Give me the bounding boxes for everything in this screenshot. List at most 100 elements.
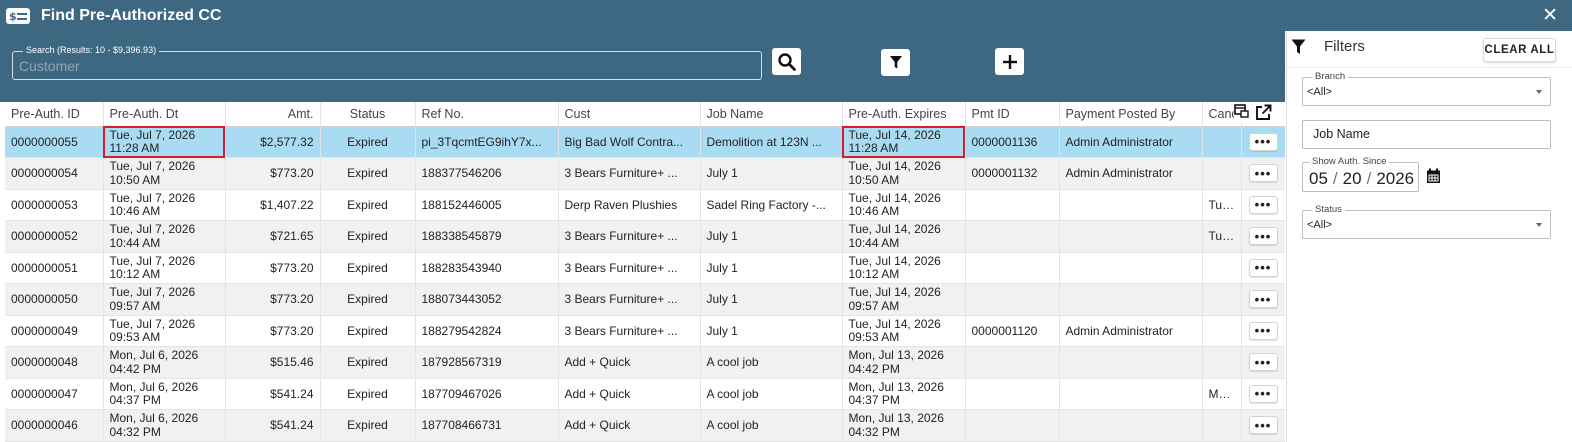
row-more-button[interactable]: ••• (1248, 384, 1278, 403)
time-line: 10:46 AM (109, 204, 161, 219)
table-row[interactable]: 0000000054 Tue, Jul 7, 2026 10:50 AM $773.2… (5, 157, 1285, 190)
row-more-button[interactable]: ••• (1248, 195, 1278, 214)
cell-preauth-expires: Tue, Jul 14, 2026 11:28 AM (842, 126, 966, 158)
row-more-button[interactable]: ••• (1248, 132, 1278, 151)
col-header-payment-posted-by[interactable]: Payment Posted By (1059, 102, 1203, 127)
cell-actions: ••• (1241, 283, 1285, 316)
row-more-button[interactable]: ••• (1248, 290, 1278, 309)
close-icon[interactable]: ✕ (1542, 4, 1558, 26)
col-header-status[interactable]: Status (320, 102, 416, 127)
time-line: 04:37 PM (848, 393, 900, 408)
cell-pmt-id: 0000001132 (965, 157, 1060, 190)
date-line: Mon, Jul 6, 2026 (109, 379, 199, 394)
cell-ref-no: 188279542824 (415, 315, 559, 347)
column-chooser-icon[interactable] (1234, 104, 1249, 118)
time-line: 04:42 PM (109, 361, 161, 376)
col-header-preauth-id[interactable]: Pre-Auth. ID (5, 102, 104, 127)
clear-all-button[interactable]: CLEAR ALL (1483, 38, 1556, 62)
col-header-ref-no[interactable]: Ref No. (415, 102, 559, 127)
cell-payment-posted-by: Admin Administrator (1059, 157, 1203, 190)
cell-canceled (1202, 157, 1242, 190)
col-header-pmt-id[interactable]: Pmt ID (965, 102, 1060, 127)
cell-pmt-id (965, 378, 1060, 410)
col-header-amt[interactable]: Amt. (225, 102, 321, 127)
filter-icon (1291, 39, 1306, 54)
cell-ref-no: 188152446005 (415, 189, 559, 221)
window-title: Find Pre-Authorized CC (41, 7, 222, 24)
cell-canceled (1202, 283, 1242, 316)
cell-actions: ••• (1241, 157, 1285, 190)
date-day[interactable]: 20 (1343, 169, 1362, 188)
date-line: Mon, Jul 13, 2026 (848, 379, 944, 394)
date-month[interactable]: 05 (1309, 169, 1328, 188)
cell-preauth-id: 0000000049 (5, 315, 104, 347)
table-row[interactable]: 0000000053 Tue, Jul 7, 2026 10:46 AM $1,407… (5, 189, 1285, 221)
cell-amt: $541.24 (225, 409, 321, 442)
table-row[interactable]: 0000000048 Mon, Jul 6, 2026 04:42 PM $515.4… (5, 346, 1285, 379)
search-button[interactable] (772, 48, 801, 75)
find-preauth-window: $ Find Pre-Authorized CC ✕ Search (Resul… (0, 0, 1572, 442)
filters-header: Filters CLEAR ALL (1287, 31, 1572, 68)
col-header-job-name[interactable]: Job Name (700, 102, 843, 127)
time-line: 11:28 AM (109, 141, 160, 156)
search-input[interactable] (19, 58, 749, 74)
show-auth-since-field[interactable]: Show Auth. Since 05/20/2026 (1302, 156, 1419, 192)
branch-select[interactable]: Branch <All> (1302, 71, 1551, 106)
cell-preauth-expires: Tue, Jul 14, 2026 10:44 AM (842, 220, 966, 253)
time-line: 10:44 AM (109, 235, 161, 250)
date-line: Tue, Jul 7, 2026 (109, 285, 196, 300)
row-more-button[interactable]: ••• (1248, 164, 1278, 183)
filter-button[interactable] (881, 49, 910, 76)
cell-actions: ••• (1241, 409, 1285, 442)
cell-payment-posted-by (1059, 409, 1203, 442)
cell-payment-posted-by (1059, 252, 1203, 284)
calendar-icon[interactable] (1426, 168, 1441, 184)
credit-card-dollar-icon: $ (6, 8, 30, 24)
table-row[interactable]: 0000000049 Tue, Jul 7, 2026 09:53 AM $773.2… (5, 315, 1285, 347)
table-row[interactable]: 0000000047 Mon, Jul 6, 2026 04:37 PM $541.2… (5, 378, 1285, 410)
cell-cust: Big Bad Wolf Contra... (558, 126, 701, 158)
table-row[interactable]: 0000000050 Tue, Jul 7, 2026 09:57 AM $773.2… (5, 283, 1285, 316)
filter-icon (889, 56, 902, 69)
row-more-button[interactable]: ••• (1248, 416, 1278, 435)
cell-pmt-id (965, 252, 1060, 284)
date-line: Mon, Jul 13, 2026 (848, 411, 944, 426)
cell-cust: 3 Bears Furniture+ ... (558, 283, 701, 316)
cell-amt: $773.20 (225, 252, 321, 284)
cell-amt: $773.20 (225, 157, 321, 190)
branch-legend: Branch (1312, 71, 1349, 82)
export-icon[interactable] (1255, 104, 1272, 121)
date-year[interactable]: 2026 (1376, 169, 1414, 188)
cell-job-name: Sadel Ring Factory -... (700, 189, 843, 221)
row-more-button[interactable]: ••• (1248, 227, 1278, 246)
table-row[interactable]: 0000000055 Tue, Jul 7, 2026 11:28 AM $2,577… (5, 126, 1285, 158)
time-line: 09:57 AM (109, 298, 161, 313)
row-more-button[interactable]: ••• (1248, 321, 1278, 340)
date-line: Tue, Jul 14, 2026 (848, 159, 941, 174)
job-name-input[interactable] (1313, 127, 1533, 141)
table-row[interactable]: 0000000051 Tue, Jul 7, 2026 10:12 AM $773.2… (5, 252, 1285, 284)
time-line: 09:53 AM (109, 330, 161, 345)
row-more-button[interactable]: ••• (1248, 258, 1278, 277)
col-header-cust[interactable]: Cust (558, 102, 701, 127)
cell-cust: 3 Bears Furniture+ ... (558, 252, 701, 284)
cell-preauth-id: 0000000053 (5, 189, 104, 221)
filters-panel: Filters CLEAR ALL Branch <All> Show Auth… (1286, 31, 1572, 442)
cell-ref-no: pi_3TqcmtEG9ihY7x... (415, 126, 559, 158)
cell-canceled: Tue, J (1202, 189, 1242, 221)
search-field: Search (Results: 10 - $9,396.93) (12, 45, 762, 80)
cell-status: Expired (320, 315, 416, 347)
col-header-preauth-dt[interactable]: Pre-Auth. Dt (103, 102, 226, 127)
add-button[interactable] (995, 48, 1024, 75)
status-select[interactable]: Status <All> (1302, 204, 1551, 239)
cell-job-name: July 1 (700, 252, 843, 284)
col-header-preauth-expires[interactable]: Pre-Auth. Expires (842, 102, 966, 127)
cell-ref-no: 188377546206 (415, 157, 559, 190)
cell-pmt-id (965, 189, 1060, 221)
cell-payment-posted-by: Admin Administrator (1059, 315, 1203, 347)
cell-actions: ••• (1241, 252, 1285, 284)
table-row[interactable]: 0000000052 Tue, Jul 7, 2026 10:44 AM $721.6… (5, 220, 1285, 253)
cell-pmt-id (965, 283, 1060, 316)
table-row[interactable]: 0000000046 Mon, Jul 6, 2026 04:32 PM $541.2… (5, 409, 1285, 442)
row-more-button[interactable]: ••• (1248, 353, 1278, 372)
